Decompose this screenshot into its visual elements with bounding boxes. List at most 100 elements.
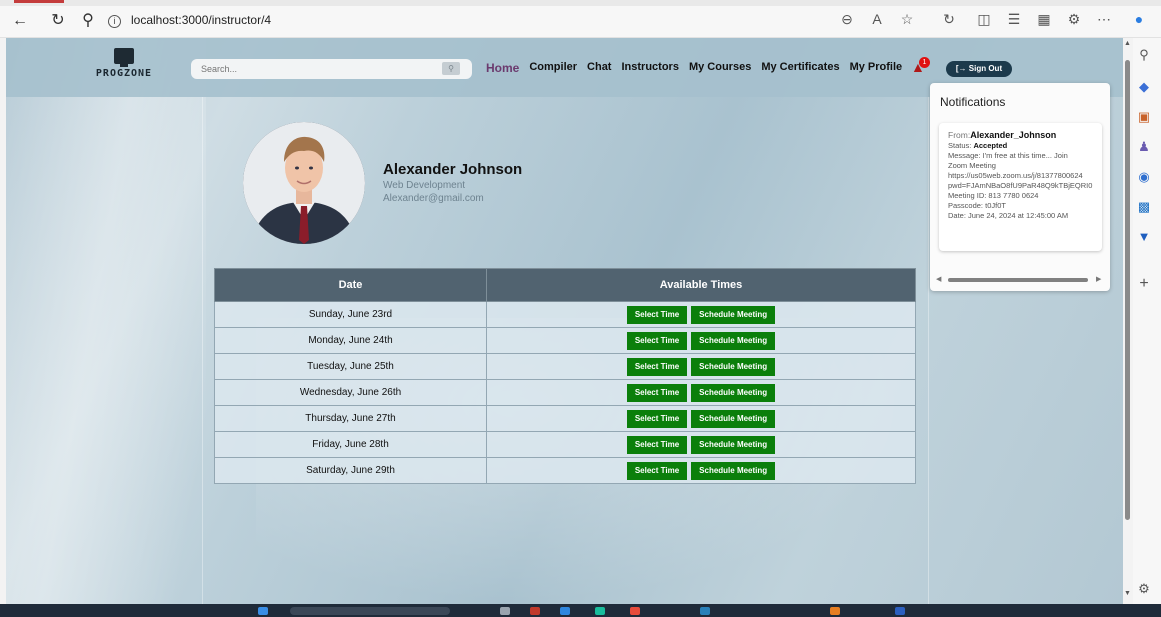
scroll-right-icon[interactable]: ▶ [1096,276,1101,284]
table-row: Thursday, June 27th Select Time Schedule M… [214,405,916,432]
add-sidebar-icon[interactable]: + [1135,275,1153,293]
select-time-button[interactable]: Select Time [626,461,688,480]
taskbar-app-icon[interactable] [560,607,570,615]
scroll-down-icon[interactable]: ▼ [1124,590,1131,597]
more-menu-icon[interactable]: ⋯ [1095,11,1113,28]
notification-badge: 1 [919,57,930,68]
nav-instructors[interactable]: Instructors [621,61,678,77]
browser-toolbar: ← ↻ ⚲ i localhost:3000/instructor/4 ⊖ A ☆… [0,0,1161,38]
nav-compiler[interactable]: Compiler [529,61,577,77]
scroll-up-icon[interactable]: ▲ [1124,40,1131,47]
refresh-icon[interactable]: ↻ [48,12,68,32]
back-arrow-icon[interactable]: ← [10,12,30,32]
sidebar-drop-icon[interactable]: ▼ [1135,228,1153,246]
schedule-meeting-button[interactable]: Schedule Meeting [691,305,776,324]
collections-icon[interactable]: ▦ [1035,11,1053,28]
schedule-meeting-button[interactable]: Schedule Meeting [691,461,776,480]
notifications-horizontal-scrollbar[interactable]: ◀ ▶ [936,276,1102,284]
taskbar-app-icon[interactable] [830,607,840,615]
taskbar-app-icon[interactable] [595,607,605,615]
taskbar-app-icon[interactable] [530,607,540,615]
table-row: Saturday, June 29th Select Time Schedule M… [214,457,916,484]
favorites-list-icon[interactable]: ☰ [1005,11,1023,28]
schedule-meeting-button[interactable]: Schedule Meeting [691,409,776,428]
os-taskbar [0,604,1161,617]
nav-my-courses[interactable]: My Courses [689,61,751,77]
availability-table: Date Available Times Sunday, June 23rd Se… [214,268,916,484]
nav-links: Home Compiler Chat Instructors My Course… [486,61,902,77]
split-screen-icon[interactable]: ◫ [975,11,993,28]
instructor-avatar [243,122,365,244]
notification-from: From:Alexander_Johnson [948,129,1102,141]
page-vertical-scrollbar[interactable]: ▲ ▼ [1123,38,1133,604]
select-time-button[interactable]: Select Time [626,383,688,402]
date-cell: Thursday, June 27th [214,405,487,432]
times-cell: Select Time Schedule Meeting [486,301,916,328]
taskbar-app-icon[interactable] [700,607,710,615]
select-time-button[interactable]: Select Time [626,435,688,454]
from-name: Alexander_Johnson [970,130,1057,140]
status-value: Accepted [973,141,1008,150]
taskbar-app-icon[interactable] [630,607,640,615]
schedule-meeting-button[interactable]: Schedule Meeting [691,383,776,402]
schedule-meeting-button[interactable]: Schedule Meeting [691,331,776,350]
notification-card[interactable]: From:Alexander_Johnson Status: Accepted … [939,123,1102,251]
nav-my-certificates[interactable]: My Certificates [761,61,839,77]
schedule-meeting-button[interactable]: Schedule Meeting [691,435,776,454]
search-input[interactable] [191,59,472,79]
refresh-extension-icon[interactable]: ↻ [940,11,958,28]
notification-line: pwd=FJAmNBaO8fU9PaR48Q9kTBjEQRI0 [948,181,1093,190]
select-time-button[interactable]: Select Time [626,409,688,428]
taskbar-search-box[interactable] [290,607,450,615]
nav-chat[interactable]: Chat [587,61,611,77]
table-row: Wednesday, June 26th Select Time Schedule … [214,379,916,406]
taskbar-app-icon[interactable] [500,607,510,615]
from-label: From: [948,130,971,140]
select-time-button[interactable]: Select Time [626,331,688,350]
sidebar-outlook-icon[interactable]: ▩ [1135,198,1153,216]
times-cell: Select Time Schedule Meeting [486,327,916,354]
times-cell: Select Time Schedule Meeting [486,457,916,484]
sidebar-people-icon[interactable]: ♟ [1135,138,1153,156]
taskbar-app-icon[interactable] [895,607,905,615]
sidebar-settings-icon[interactable]: ⚙ [1135,580,1153,598]
column-header-available-times: Available Times [486,268,916,302]
times-cell: Select Time Schedule Meeting [486,379,916,406]
notification-line: Date: June 24, 2024 at 12:45:00 AM [948,211,1069,220]
date-cell: Friday, June 28th [214,431,487,458]
site-info-icon[interactable]: i [108,15,121,28]
scroll-left-icon[interactable]: ◀ [936,276,941,284]
active-tab-indicator [14,0,64,3]
search-icon[interactable]: ⚲ [78,12,98,32]
times-cell: Select Time Schedule Meeting [486,431,916,458]
favorite-star-icon[interactable]: ☆ [898,11,916,28]
sign-out-button[interactable]: [→ Sign Out [946,61,1012,77]
zoom-out-icon[interactable]: ⊖ [838,11,856,28]
content-divider-right [928,97,929,604]
status-label: Status: [948,141,972,150]
progzone-logo[interactable]: PROGZONE [94,48,154,79]
select-time-button[interactable]: Select Time [626,305,688,324]
schedule-meeting-button[interactable]: Schedule Meeting [691,357,776,376]
search-submit-icon[interactable]: ⚲ [442,62,460,75]
address-bar[interactable]: i localhost:3000/instructor/4 [108,10,271,30]
select-time-button[interactable]: Select Time [626,357,688,376]
extensions-icon[interactable]: ⚙ [1065,11,1083,28]
sidebar-tag-icon[interactable]: ◆ [1135,78,1153,96]
instructor-email: Alexander@gmail.com [383,193,484,204]
nav-home[interactable]: Home [486,61,519,77]
table-row: Friday, June 28th Select Time Schedule Mee… [214,431,916,458]
notification-line: https://us05web.zoom.us/j/81377800624 [948,171,1083,180]
copilot-icon[interactable]: ● [1130,11,1148,27]
scrollbar-thumb[interactable] [948,278,1088,282]
page-scroll-thumb[interactable] [1125,60,1130,520]
sidebar-search-icon[interactable]: ⚲ [1135,46,1153,64]
taskbar-start-icon[interactable] [258,607,268,615]
nav-my-profile[interactable]: My Profile [850,61,903,77]
sidebar-office-icon[interactable]: ◉ [1135,168,1153,186]
sidebar-toolbox-icon[interactable]: ▣ [1135,108,1153,126]
background-light [6,38,206,604]
column-header-date: Date [214,268,487,302]
read-aloud-icon[interactable]: A [868,11,886,27]
table-row: Monday, June 24th Select Time Schedule Mee… [214,327,916,354]
